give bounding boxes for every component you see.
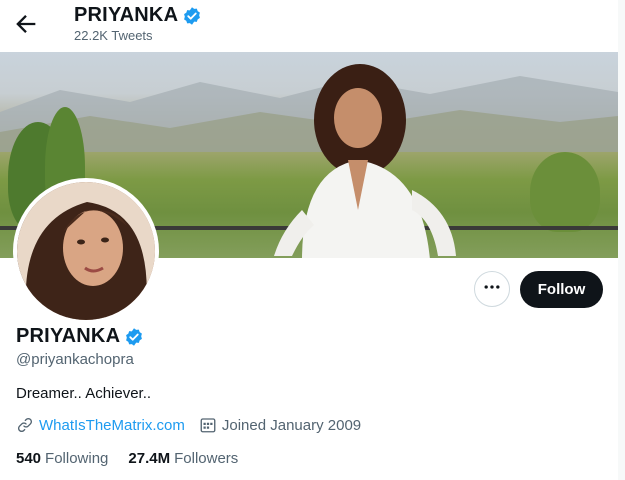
header-title: PRIYANKA (74, 4, 202, 27)
following-link[interactable]: 540 Following (16, 450, 108, 467)
back-arrow-icon[interactable] (12, 10, 40, 38)
profile-avatar-ring[interactable] (13, 178, 159, 324)
website-link[interactable]: WhatIsTheMatrix.com (39, 417, 185, 434)
banner-person (274, 64, 456, 258)
more-button[interactable] (474, 271, 510, 307)
profile-handle: @priyankachopra (16, 351, 134, 368)
tweets-count: 22.2K Tweets (74, 28, 153, 43)
followers-label: Followers (174, 450, 239, 467)
more-icon (482, 277, 502, 302)
profile-name: PRIYANKA (16, 325, 121, 347)
followers-link[interactable]: 27.4M Followers (128, 450, 238, 467)
link-icon (16, 416, 34, 434)
following-count: 540 (16, 450, 42, 467)
follow-button[interactable]: Follow (520, 271, 603, 308)
joined-date: Joined January 2009 (221, 416, 362, 434)
profile-bio: Dreamer.. Achiever.. (16, 385, 152, 402)
avatar[interactable] (17, 182, 155, 320)
profile-name-row: PRIYANKA (16, 325, 144, 348)
follow-counts: 540 Following 27.4M Followers (16, 450, 258, 467)
verified-badge-icon[interactable] (124, 327, 144, 347)
following-label: Following (45, 450, 109, 467)
profile-meta: WhatIsTheMatrix.com Joined January 2009 (16, 416, 361, 434)
tree-right (530, 152, 600, 232)
followers-count: 27.4M (128, 450, 171, 467)
top-bar: PRIYANKA 22.2K Tweets (0, 0, 625, 52)
verified-badge-icon (182, 6, 202, 26)
right-edge-divider (618, 0, 625, 480)
header-name: PRIYANKA (74, 4, 179, 26)
calendar-icon (199, 416, 217, 434)
